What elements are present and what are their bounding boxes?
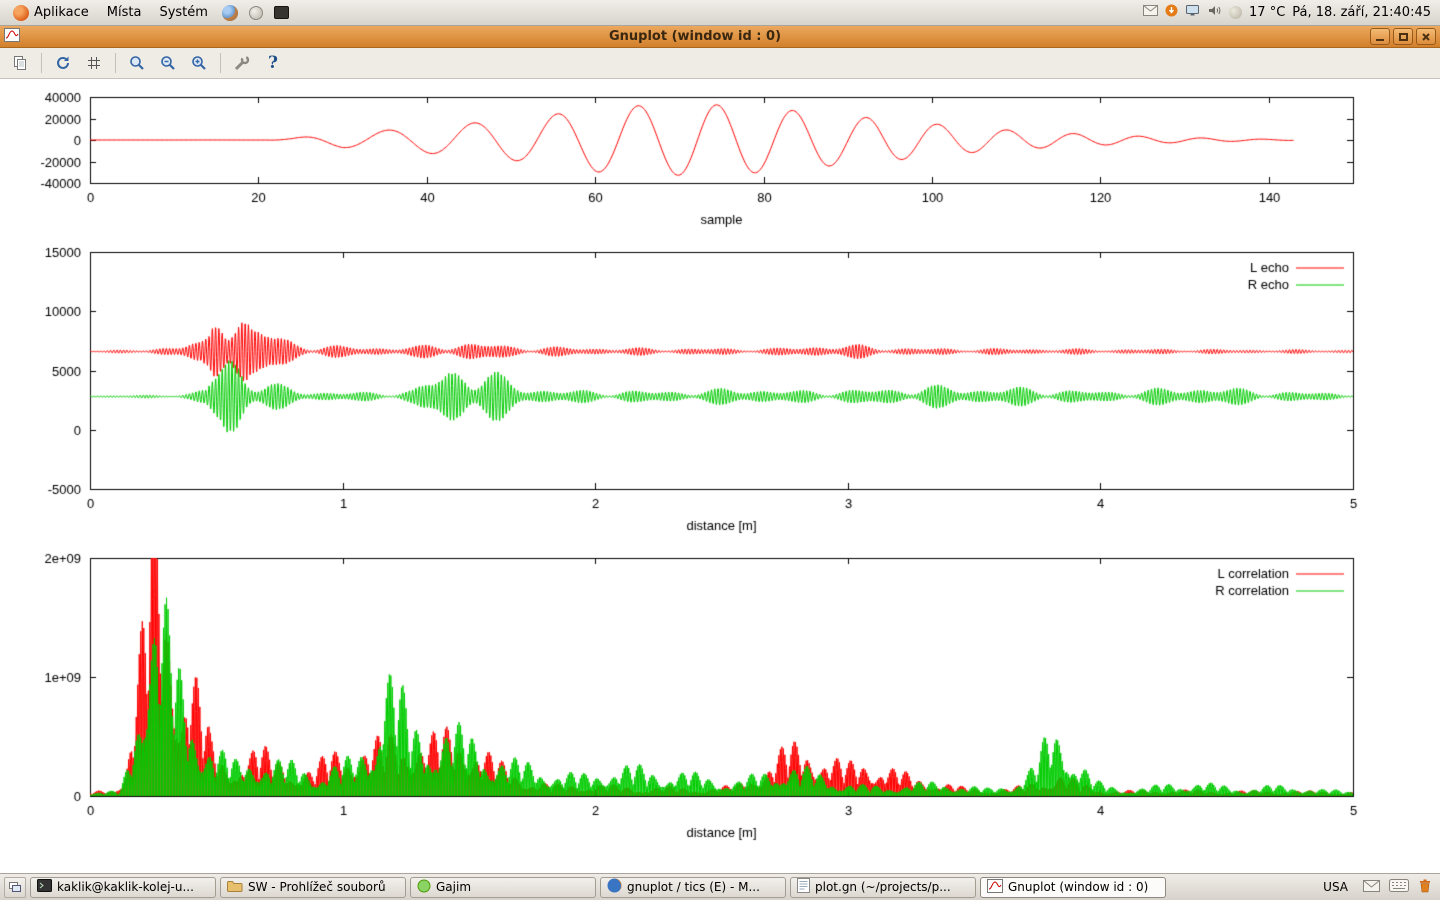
gajim-icon bbox=[417, 879, 431, 896]
weather-icon[interactable] bbox=[1229, 6, 1242, 19]
taskbar-item-text-editor[interactable]: plot.gn (~/projects/p... bbox=[790, 877, 976, 898]
terminal-icon bbox=[37, 879, 52, 895]
menu-applications[interactable]: Aplikace bbox=[5, 0, 97, 26]
taskbar-item-label: Gajim bbox=[436, 880, 471, 894]
taskbar-item-file-manager[interactable]: SW - Prohlížeč souborů bbox=[220, 877, 406, 898]
window-titlebar[interactable]: Gnuplot (window id : 0) bbox=[0, 26, 1440, 48]
menu-system[interactable]: Systém bbox=[151, 0, 215, 26]
taskbar-item-label: Gnuplot (window id : 0) bbox=[1008, 880, 1148, 894]
system-tray: 17 °C Pá, 18. září, 21:40:45 bbox=[1143, 4, 1435, 21]
toolbar-separator bbox=[41, 53, 42, 73]
menu-applications-label: Aplikace bbox=[34, 5, 89, 20]
ubuntu-logo-icon bbox=[13, 5, 29, 21]
copy-icon[interactable] bbox=[8, 51, 32, 75]
maximize-button[interactable] bbox=[1393, 28, 1413, 45]
gnuplot-icon bbox=[987, 879, 1003, 896]
taskbar-item-gnuplot[interactable]: Gnuplot (window id : 0) bbox=[980, 877, 1166, 898]
window-icon bbox=[4, 28, 20, 46]
refresh-icon[interactable] bbox=[51, 51, 75, 75]
toolbar-separator bbox=[220, 53, 221, 73]
minimize-button[interactable] bbox=[1370, 28, 1390, 45]
close-button[interactable] bbox=[1416, 28, 1436, 45]
temperature-applet[interactable]: 17 °C bbox=[1249, 5, 1285, 20]
taskbar-item-label: kaklik@kaklik-kolej-u... bbox=[57, 880, 194, 894]
mail-icon[interactable] bbox=[1363, 880, 1380, 895]
keyboard-icon[interactable] bbox=[1389, 879, 1409, 895]
correlation-plot-canvas[interactable] bbox=[0, 543, 1440, 843]
waveform-plot-canvas[interactable] bbox=[0, 87, 1440, 237]
display-icon[interactable] bbox=[1185, 4, 1200, 21]
gnome-taskbar: kaklik@kaklik-kolej-u... SW - Prohlížeč … bbox=[0, 873, 1440, 900]
keyboard-layout-indicator[interactable]: USA bbox=[1317, 878, 1354, 896]
text-editor-icon bbox=[797, 878, 810, 896]
taskbar-item-terminal[interactable]: kaklik@kaklik-kolej-u... bbox=[30, 877, 216, 898]
settings-icon[interactable] bbox=[230, 51, 254, 75]
help-browser-icon[interactable] bbox=[244, 1, 268, 25]
window-title: Gnuplot (window id : 0) bbox=[23, 29, 1367, 44]
taskbar-item-gajim[interactable]: Gajim bbox=[410, 877, 596, 898]
mail-icon[interactable] bbox=[1143, 5, 1158, 20]
clock-applet[interactable]: Pá, 18. září, 21:40:45 bbox=[1292, 5, 1431, 20]
trash-icon[interactable] bbox=[1418, 878, 1432, 896]
zoom-in-icon[interactable] bbox=[187, 51, 211, 75]
firefox-icon[interactable] bbox=[218, 1, 242, 25]
terminal-icon[interactable] bbox=[270, 1, 294, 25]
echo-plot-canvas[interactable] bbox=[0, 237, 1440, 543]
toolbar-separator bbox=[115, 53, 116, 73]
taskbar-item-firefox[interactable]: gnuplot / tics (E) - M... bbox=[600, 877, 786, 898]
zoom-out-icon[interactable] bbox=[156, 51, 180, 75]
menu-system-label: Systém bbox=[159, 5, 207, 20]
menu-places[interactable]: Místa bbox=[99, 0, 150, 26]
update-notifier-icon[interactable] bbox=[1165, 4, 1178, 21]
gnuplot-toolbar: ? bbox=[0, 48, 1440, 79]
taskbar-item-label: plot.gn (~/projects/p... bbox=[815, 880, 951, 894]
gnuplot-canvas-area bbox=[0, 79, 1440, 873]
taskbar-item-label: SW - Prohlížeč souborů bbox=[248, 880, 386, 894]
help-icon[interactable]: ? bbox=[261, 51, 285, 75]
zoom-previous-icon[interactable] bbox=[125, 51, 149, 75]
show-desktop-icon[interactable] bbox=[4, 877, 26, 898]
taskbar-right-tray: USA bbox=[1317, 878, 1436, 896]
firefox-icon bbox=[607, 878, 622, 896]
gnome-top-panel: Aplikace Místa Systém 17 °C Pá, 18. září… bbox=[0, 0, 1440, 26]
file-manager-icon bbox=[227, 880, 243, 895]
taskbar-item-label: gnuplot / tics (E) - M... bbox=[627, 880, 760, 894]
grid-icon[interactable] bbox=[82, 51, 106, 75]
volume-icon[interactable] bbox=[1207, 4, 1222, 21]
menu-places-label: Místa bbox=[107, 5, 142, 20]
